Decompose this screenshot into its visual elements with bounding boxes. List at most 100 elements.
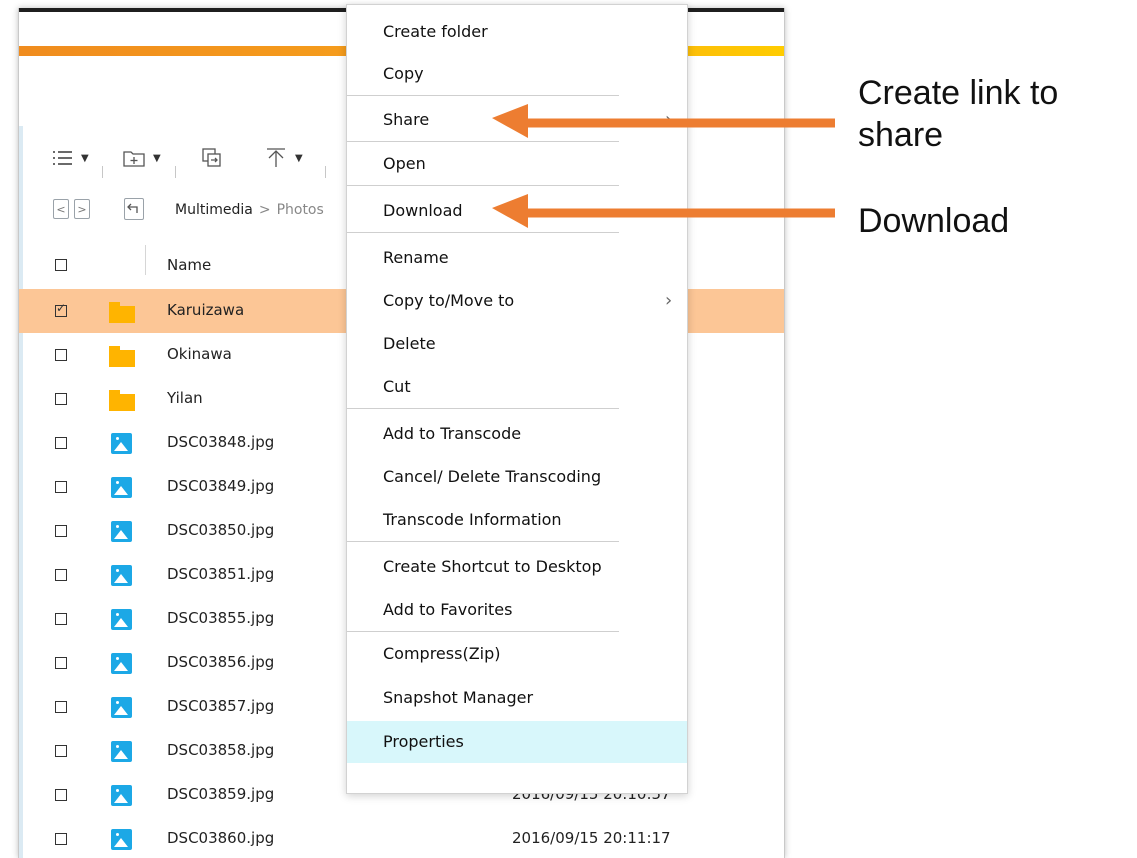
back-button[interactable]: < (53, 199, 69, 219)
image-file-icon (111, 433, 132, 454)
row-checkbox[interactable] (55, 569, 67, 581)
folder-icon (109, 346, 135, 367)
list-view-icon (53, 151, 72, 165)
row-checkbox[interactable] (55, 525, 67, 537)
view-mode-button[interactable]: ▼ (53, 144, 89, 172)
file-name: DSC03860.jpg (167, 829, 275, 847)
menu-item-label: Properties (383, 732, 464, 751)
menu-item-cut[interactable]: Cut (347, 366, 687, 408)
image-file-icon (111, 785, 132, 806)
row-checkbox[interactable] (55, 789, 67, 801)
select-all-checkbox[interactable] (55, 259, 67, 271)
image-file-icon (111, 741, 132, 762)
file-name: DSC03855.jpg (167, 609, 275, 627)
menu-item-label: Copy (383, 64, 424, 83)
image-file-icon (111, 477, 132, 498)
file-name: DSC03859.jpg (167, 785, 275, 803)
breadcrumb-root[interactable]: Multimedia (175, 202, 253, 218)
copy-button[interactable] (202, 144, 222, 172)
row-checkbox[interactable] (55, 481, 67, 493)
menu-item-label: Transcode Information (383, 510, 562, 529)
row-checkbox[interactable] (55, 301, 67, 317)
menu-divider (347, 541, 619, 542)
file-modified-date: 2016/09/15 20:11:17 (512, 829, 671, 847)
file-name: DSC03857.jpg (167, 697, 275, 715)
file-name: DSC03850.jpg (167, 521, 275, 539)
menu-item-properties[interactable]: Properties (347, 721, 687, 763)
back-icon: < (56, 203, 66, 216)
file-name: Karuizawa (167, 301, 245, 319)
row-checkbox[interactable] (55, 833, 67, 845)
breadcrumb: Multimedia > Photos (175, 202, 324, 218)
image-file-icon (111, 653, 132, 674)
menu-item-create-shortcut-to-desktop[interactable]: Create Shortcut to Desktop (347, 546, 687, 588)
row-checkbox[interactable] (55, 437, 67, 449)
menu-item-label: Share (383, 110, 430, 129)
forward-button[interactable]: > (74, 199, 90, 219)
menu-item-label: Delete (383, 334, 436, 353)
menu-item-add-to-favorites[interactable]: Add to Favorites (347, 589, 687, 631)
breadcrumb-current[interactable]: Photos (277, 202, 324, 218)
menu-item-delete[interactable]: Delete (347, 323, 687, 365)
image-file-icon (111, 697, 132, 718)
column-header-name[interactable]: Name (167, 256, 211, 274)
menu-item-snapshot-manager[interactable]: Snapshot Manager (347, 677, 687, 719)
file-name: DSC03851.jpg (167, 565, 275, 583)
forward-icon: > (77, 203, 87, 216)
row-checkbox[interactable] (55, 613, 67, 625)
menu-item-compress-zip[interactable]: Compress(Zip) (347, 633, 687, 675)
menu-item-label: Cancel/ Delete Transcoding (383, 467, 602, 486)
file-name: Okinawa (167, 345, 232, 363)
menu-item-label: Snapshot Manager (383, 688, 534, 707)
download-annotation-arrow (492, 194, 835, 228)
file-name: Yilan (167, 389, 203, 407)
chevron-right-icon: › (665, 290, 673, 311)
menu-item-label: Create folder (383, 22, 488, 41)
row-checkbox[interactable] (55, 745, 67, 757)
new-folder-icon (123, 151, 145, 167)
row-checkbox[interactable] (55, 349, 67, 361)
row-checkbox[interactable] (55, 701, 67, 713)
file-name: DSC03848.jpg (167, 433, 275, 451)
menu-item-cancel-delete-transcoding[interactable]: Cancel/ Delete Transcoding (347, 456, 687, 498)
parent-folder-button[interactable] (124, 198, 144, 220)
menu-item-create-folder[interactable]: Create folder (347, 11, 687, 53)
image-file-icon (111, 521, 132, 542)
menu-divider (347, 185, 619, 186)
breadcrumb-separator: > (258, 202, 271, 218)
menu-item-add-to-transcode[interactable]: Add to Transcode (347, 413, 687, 455)
chevron-down-icon: ▼ (153, 152, 161, 164)
menu-divider (347, 95, 619, 96)
share-annotation-arrow (492, 104, 835, 138)
upload-button[interactable]: ▼ (265, 144, 303, 172)
row-checkbox[interactable] (55, 657, 67, 669)
file-name: DSC03849.jpg (167, 477, 275, 495)
menu-item-label: Download (383, 201, 463, 220)
image-file-icon (111, 609, 132, 630)
menu-item-transcode-information[interactable]: Transcode Information (347, 499, 687, 541)
menu-item-label: Cut (383, 377, 411, 396)
menu-item-label: Create Shortcut to Desktop (383, 557, 602, 576)
menu-divider (347, 408, 619, 409)
menu-item-label: Add to Favorites (383, 600, 513, 619)
menu-item-label: Rename (383, 248, 449, 267)
chevron-down-icon: ▼ (81, 152, 89, 164)
share-annotation-label: Create link to share (858, 74, 1059, 154)
column-divider (145, 245, 146, 275)
table-row[interactable]: DSC03860.jpg 2016/09/15 20:11:17 (19, 817, 784, 858)
file-name: DSC03858.jpg (167, 741, 275, 759)
folder-icon (109, 390, 135, 411)
copy-icon (202, 148, 221, 167)
row-checkbox[interactable] (55, 393, 67, 405)
download-annotation-label: Download (858, 202, 1010, 240)
image-file-icon (111, 829, 132, 850)
upload-icon (267, 148, 285, 167)
menu-divider (347, 631, 619, 632)
menu-item-label: Add to Transcode (383, 424, 522, 443)
menu-item-label: Copy to/Move to (383, 291, 515, 310)
chevron-down-icon: ▼ (295, 152, 303, 164)
menu-item-copy-to-move-to[interactable]: Copy to/Move to › (347, 280, 687, 322)
create-folder-button[interactable]: ▼ (123, 144, 161, 172)
folder-icon (109, 302, 135, 323)
menu-item-copy[interactable]: Copy (347, 53, 687, 95)
